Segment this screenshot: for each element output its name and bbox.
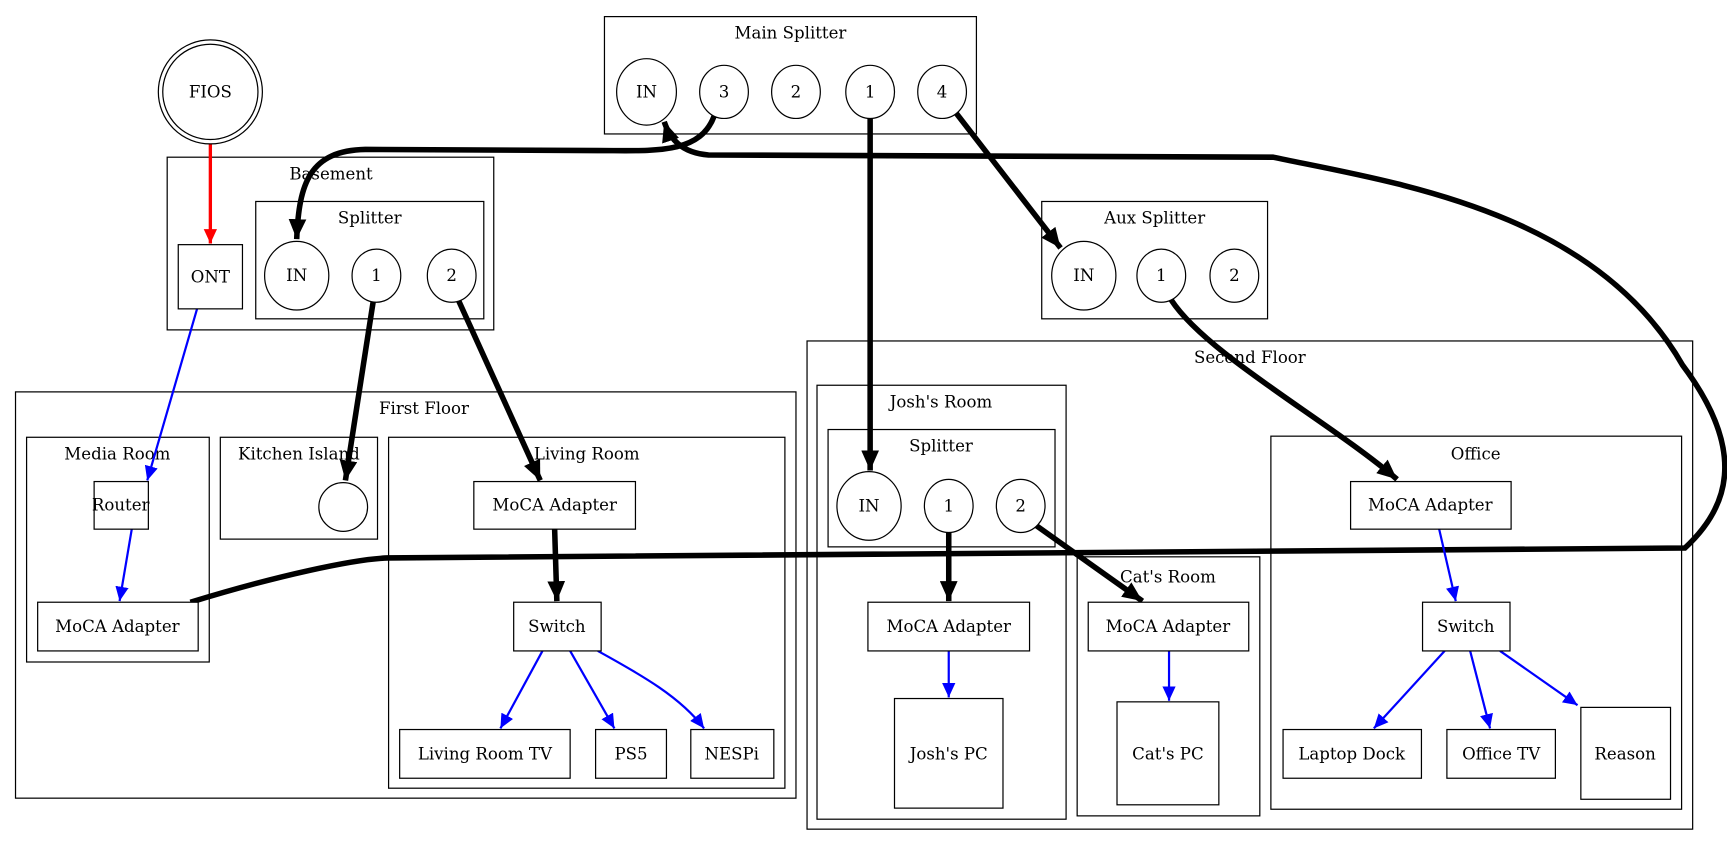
node-cat-moca-adapter[interactable]: MoCA Adapter [1087, 601, 1250, 652]
port-1[interactable]: 1 [923, 478, 974, 534]
edge-switch-living-tv [499, 650, 544, 729]
edge-ont-router [144, 308, 199, 481]
node-label: NESPi [705, 744, 759, 763]
port-label: 1 [865, 82, 876, 101]
edge-basement2-living-moca [455, 298, 543, 482]
node-label: FIOS [189, 82, 232, 101]
node-label: Josh's PC [908, 744, 988, 763]
cluster-label: Splitter [338, 209, 402, 228]
node-label: Laptop Dock [1298, 744, 1406, 763]
port-in[interactable]: IN [616, 58, 678, 126]
node-office-moca-adapter[interactable]: MoCA Adapter [1349, 480, 1512, 530]
node-laptop-dock[interactable]: Laptop Dock [1282, 728, 1423, 779]
node-media-moca-adapter[interactable]: MoCA Adapter [37, 601, 199, 652]
node-kitchen-outlet[interactable] [318, 482, 369, 532]
port-label: 1 [1156, 266, 1167, 285]
port-in[interactable]: IN [1051, 240, 1117, 311]
port-label: 2 [791, 82, 802, 101]
aux-splitter-ports: IN 1 2 [1051, 240, 1260, 311]
node-label: MoCA Adapter [886, 617, 1011, 636]
cluster-label: Josh's Room [888, 392, 993, 411]
port-in[interactable]: IN [836, 470, 902, 541]
edge-switch-office-tv [1469, 650, 1493, 729]
node-cats-pc[interactable]: Cat's PC [1116, 701, 1220, 806]
node-living-moca-adapter[interactable]: MoCA Adapter [473, 480, 637, 530]
port-label: 3 [719, 82, 730, 101]
node-office-tv[interactable]: Office TV [1446, 728, 1556, 779]
port-label: 2 [446, 266, 457, 285]
cluster-label: Office [1451, 444, 1501, 463]
port-label: IN [858, 496, 879, 515]
port-1[interactable]: 1 [1136, 248, 1187, 303]
joshs-splitter-ports: IN 1 2 [836, 470, 1046, 541]
network-diagram: Main Splitter Basement Splitter Aux Spli… [14, 15, 1727, 830]
node-josh-moca-adapter[interactable]: MoCA Adapter [867, 601, 1031, 652]
node-label: MoCA Adapter [55, 617, 180, 636]
node-living-switch[interactable]: Switch [513, 601, 602, 652]
edge-switch-ps5 [569, 650, 616, 729]
cluster-label: Living Room [534, 444, 640, 463]
port-2[interactable]: 2 [1209, 248, 1260, 303]
port-label: 2 [1015, 496, 1026, 515]
node-label: ONT [191, 267, 230, 286]
node-nespi[interactable]: NESPi [690, 728, 775, 779]
node-label: Cat's PC [1132, 744, 1203, 763]
edge-aux1-office-moca [1168, 298, 1399, 482]
edge-office-moca-switch [1438, 528, 1459, 602]
edge-switch-laptop-dock [1373, 650, 1446, 730]
cluster-label: Basement [289, 164, 373, 183]
node-fios[interactable]: FIOS [157, 39, 263, 145]
port-label: 4 [937, 82, 948, 101]
node-label: Switch [528, 617, 586, 636]
node-joshs-pc[interactable]: Josh's PC [893, 697, 1004, 809]
node-ont[interactable]: ONT [177, 244, 244, 310]
node-label: MoCA Adapter [492, 495, 617, 514]
cluster-label: Kitchen Island [238, 444, 360, 463]
port-label: IN [1073, 266, 1094, 285]
node-router[interactable]: Router [92, 480, 150, 530]
port-in[interactable]: IN [263, 240, 330, 311]
node-label: Office TV [1462, 744, 1541, 763]
port-label: 2 [1229, 266, 1240, 285]
basement-splitter-ports: IN 1 2 [263, 240, 477, 311]
main-splitter-ports: IN 3 2 1 4 [616, 58, 968, 126]
port-2[interactable]: 2 [995, 478, 1046, 534]
node-reason[interactable]: Reason [1580, 706, 1672, 800]
port-label: IN [286, 266, 307, 285]
cluster-label: Aux Splitter [1103, 209, 1205, 228]
node-office-switch[interactable]: Switch [1421, 601, 1511, 652]
cluster-label: Second Floor [1194, 348, 1306, 367]
node-label: PS5 [614, 744, 647, 763]
port-label: IN [636, 82, 657, 101]
cluster-label: First Floor [379, 399, 469, 418]
node-living-room-tv[interactable]: Living Room TV [399, 728, 571, 779]
edge-josh2-cat-moca [1033, 522, 1145, 604]
port-4[interactable]: 4 [917, 64, 968, 120]
cluster-label: Cat's Room [1120, 567, 1216, 586]
port-label: 1 [943, 496, 954, 515]
node-label: Living Room TV [418, 744, 553, 763]
port-label: 1 [371, 266, 382, 285]
node-label: Reason [1594, 744, 1656, 763]
port-2[interactable]: 2 [771, 64, 821, 120]
edge-main4-aux-in [952, 109, 1063, 250]
node-label: MoCA Adapter [1368, 495, 1493, 514]
edge-switch-nespi [597, 649, 705, 730]
port-1[interactable]: 1 [845, 64, 896, 120]
node-label: MoCA Adapter [1106, 617, 1231, 636]
edge-switch-reason [1499, 650, 1579, 707]
cluster-label: Main Splitter [735, 24, 847, 43]
port-3[interactable]: 3 [699, 64, 749, 120]
port-1[interactable]: 1 [351, 248, 402, 303]
node-ps5[interactable]: PS5 [594, 728, 668, 779]
cluster-label: Splitter [909, 437, 973, 456]
node-label: Router [92, 495, 150, 514]
edge-router-moca [115, 528, 133, 602]
edge-living-moca-switch [547, 529, 566, 602]
node-label: Switch [1437, 617, 1495, 636]
port-2[interactable]: 2 [426, 248, 477, 303]
